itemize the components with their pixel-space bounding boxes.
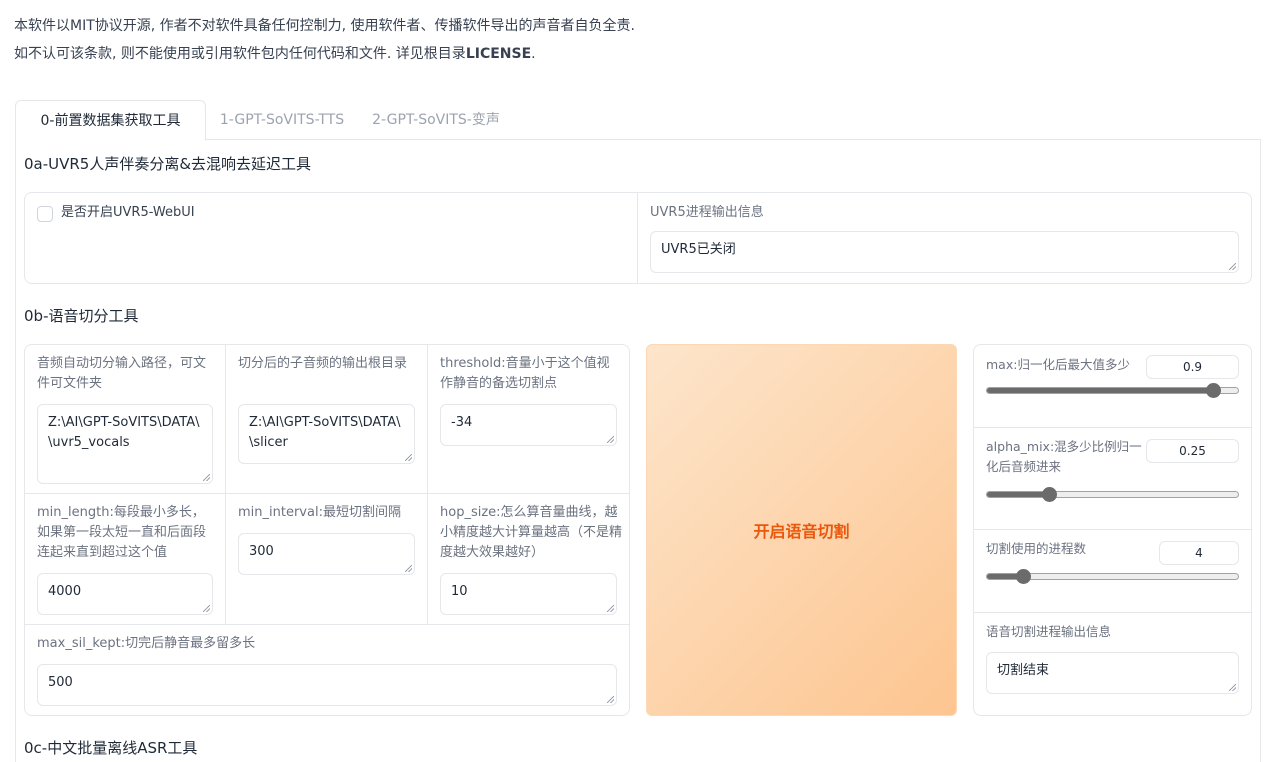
hop-size-textbox[interactable]: 10	[440, 573, 617, 615]
license-notice-line1: 本软件以MIT协议开源, 作者不对软件具备任何控制力, 使用软件者、传播软件导出…	[14, 18, 636, 34]
uvr5-output-textbox[interactable]: UVR5已关闭	[650, 231, 1239, 273]
min-length-textbox[interactable]: 4000	[37, 573, 213, 615]
output-root-textbox[interactable]: Z:\AI\GPT-SoVITS\DATA\ \slicer	[238, 404, 415, 464]
max-sil-kept-label: max_sil_kept:切完后静音最多留多长	[37, 636, 256, 651]
progress-output-label: 语音切割进程输出信息	[986, 624, 1112, 639]
input-path-label: 音频自动切分输入路径，可文件可文件夹	[37, 356, 207, 391]
max-slider-thumb[interactable]	[1206, 383, 1222, 398]
min-length-label: min_length:每段最小多长，如果第一段太短一直和后面段连起来直到超过这个…	[37, 505, 207, 560]
license-notice-end: .	[531, 46, 536, 62]
license-notice-text: 如不认可该条款, 则不能使用或引用软件包内任何代码和文件. 详见根目录	[14, 46, 466, 62]
max-number-input[interactable]: 0.9	[1146, 355, 1239, 379]
license-link-text: LICENSE	[465, 46, 532, 62]
divider	[25, 493, 629, 494]
divider	[427, 345, 428, 625]
slicer-section-title: 0b-语音切分工具	[24, 307, 139, 325]
n-process-label: 切割使用的进程数	[986, 541, 1087, 556]
alpha-mix-slider[interactable]	[986, 491, 1239, 498]
divider	[974, 529, 1251, 530]
alpha-mix-slider-thumb[interactable]	[1041, 487, 1057, 502]
slicer-options-card: max:归一化后最大值多少 0.9 alpha_mix:混多少比例归一化后音频进…	[973, 344, 1252, 716]
max-slider[interactable]	[986, 387, 1239, 394]
slicer-params-card: 音频自动切分输入路径，可文件可文件夹 Z:\AI\GPT-SoVITS\DATA…	[24, 344, 630, 716]
alpha-mix-slider-fill	[987, 492, 1050, 497]
tab-dataset-tools[interactable]: 0-前置数据集获取工具	[15, 100, 206, 141]
max-slider-fill	[987, 388, 1213, 393]
start-slicing-button[interactable]: 开启语音切割	[646, 344, 957, 716]
uvr5-card: 是否开启UVR5-WebUI UVR5进程输出信息 UVR5已关闭	[24, 192, 1252, 284]
alpha-mix-label: alpha_mix:混多少比例归一化后音频进来	[986, 439, 1142, 474]
uvr5-output-label: UVR5进程输出信息	[650, 205, 764, 220]
hop-size-label: hop_size:怎么算音量曲线，越小精度越大计算量越高（不是精度越大效果越好）	[440, 505, 623, 560]
divider	[974, 427, 1251, 428]
threshold-textbox[interactable]: -34	[440, 404, 617, 446]
progress-output-textbox[interactable]: 切割结束	[986, 652, 1239, 694]
divider	[25, 624, 629, 625]
main-tabs: 0-前置数据集获取工具 1-GPT-SoVITS-TTS 2-GPT-SoVIT…	[15, 100, 1261, 141]
threshold-label: threshold:音量小于这个值视作静音的备选切割点	[440, 356, 610, 391]
uvr5-enable-label: 是否开启UVR5-WebUI	[61, 205, 195, 220]
tab-voice-change[interactable]: 2-GPT-SoVITS-变声	[365, 100, 507, 140]
tab-tts[interactable]: 1-GPT-SoVITS-TTS	[211, 100, 353, 140]
max-sil-kept-textbox[interactable]: 500	[37, 664, 617, 706]
asr-section-title: 0c-中文批量离线ASR工具	[24, 739, 198, 757]
min-interval-textbox[interactable]: 300	[238, 533, 415, 575]
divider	[225, 345, 226, 625]
uvr5-enable-checkbox[interactable]	[37, 206, 53, 222]
divider	[637, 193, 638, 283]
n-process-slider-thumb[interactable]	[1016, 569, 1032, 584]
license-notice-line2: 如不认可该条款, 则不能使用或引用软件包内任何代码和文件. 详见根目录LICEN…	[14, 44, 536, 64]
divider	[974, 612, 1251, 613]
min-interval-label: min_interval:最短切割间隔	[238, 505, 401, 520]
alpha-mix-number-input[interactable]: 0.25	[1146, 439, 1239, 463]
uvr5-section-title: 0a-UVR5人声伴奏分离&去混响去延迟工具	[24, 155, 312, 173]
max-label: max:归一化后最大值多少	[986, 357, 1130, 372]
output-root-label: 切分后的子音频的输出根目录	[238, 356, 408, 371]
n-process-number-input[interactable]: 4	[1159, 541, 1239, 565]
input-path-textbox[interactable]: Z:\AI\GPT-SoVITS\DATA\ \uvr5_vocals	[37, 404, 213, 484]
